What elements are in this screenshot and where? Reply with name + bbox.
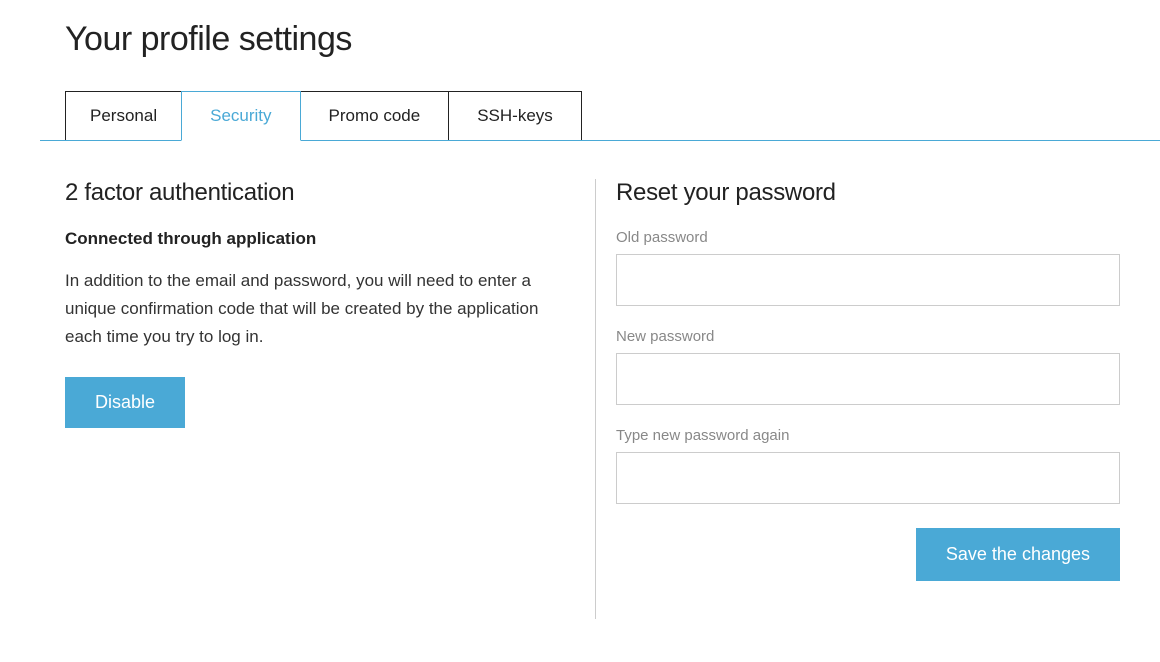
reset-password-title: Reset your password	[616, 179, 1120, 207]
two-factor-section: 2 factor authentication Connected throug…	[65, 179, 595, 619]
reset-password-section: Reset your password Old password New pas…	[596, 179, 1120, 619]
tab-personal[interactable]: Personal	[65, 91, 182, 140]
page-title: Your profile settings	[65, 20, 1120, 59]
tabs-nav: Personal Security Promo code SSH-keys	[40, 91, 1160, 141]
new-password-input[interactable]	[616, 353, 1120, 405]
two-factor-title: 2 factor authentication	[65, 179, 565, 207]
two-factor-description: In addition to the email and password, y…	[65, 267, 555, 351]
two-factor-status: Connected through application	[65, 229, 565, 249]
tab-security[interactable]: Security	[181, 91, 300, 141]
disable-button[interactable]: Disable	[65, 377, 185, 428]
old-password-label: Old password	[616, 229, 1120, 246]
old-password-input[interactable]	[616, 254, 1120, 306]
confirm-password-label: Type new password again	[616, 427, 1120, 444]
confirm-password-input[interactable]	[616, 452, 1120, 504]
new-password-label: New password	[616, 328, 1120, 345]
tab-ssh-keys[interactable]: SSH-keys	[448, 91, 582, 140]
tab-promo-code[interactable]: Promo code	[300, 91, 450, 140]
save-changes-button[interactable]: Save the changes	[916, 528, 1120, 581]
